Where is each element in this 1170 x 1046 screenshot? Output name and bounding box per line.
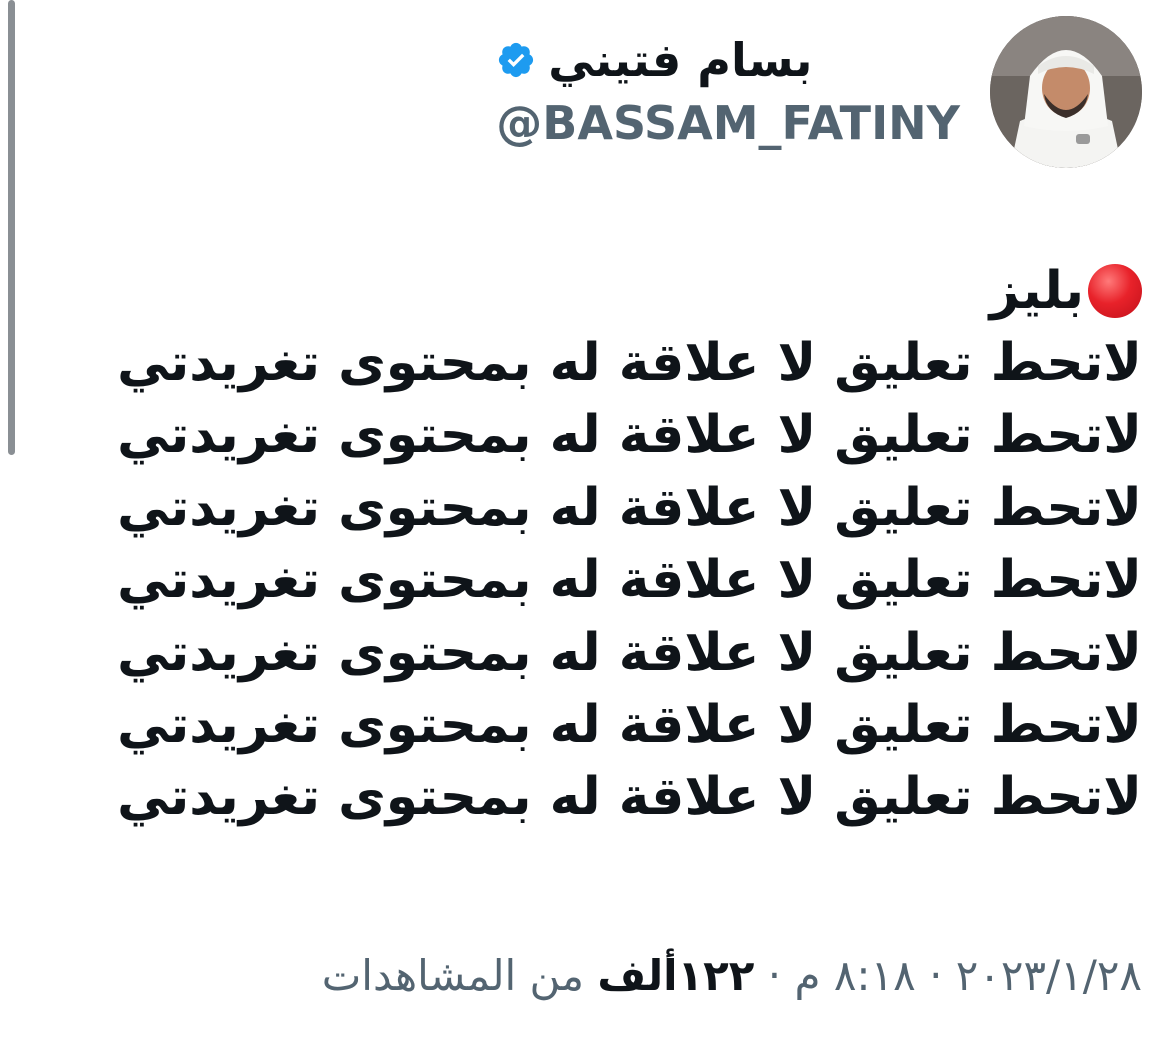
tweet-time[interactable]: ٨:١٨ م bbox=[795, 951, 916, 1000]
avatar[interactable] bbox=[990, 16, 1142, 168]
verified-badge-icon bbox=[496, 40, 536, 80]
scrollbar[interactable] bbox=[8, 0, 15, 455]
tweet-line: لاتحط تعليق لا علاقة له بمحتوى تغريدتي bbox=[117, 477, 1142, 538]
tweet-first-line-text: بليز bbox=[989, 261, 1084, 321]
tweet-line: لاتحط تعليق لا علاقة له بمحتوى تغريدتي bbox=[117, 405, 1142, 466]
user-info: بسام فتيني @BASSAM_FATINY bbox=[496, 30, 960, 154]
tweet-header: بسام فتيني @BASSAM_FATINY bbox=[496, 16, 1142, 168]
red-circle-icon bbox=[1088, 264, 1142, 318]
tweet-line: لاتحط تعليق لا علاقة له بمحتوى تغريدتي bbox=[117, 550, 1142, 611]
views-label: من المشاهدات bbox=[321, 951, 584, 1000]
tweet-first-line: بليز bbox=[142, 255, 1142, 327]
views-count[interactable]: ١٢٢ألف bbox=[597, 951, 754, 1000]
name-row: بسام فتيني bbox=[496, 30, 812, 90]
tweet-line: لاتحط تعليق لا علاقة له بمحتوى تغريدتي bbox=[117, 695, 1142, 756]
tweet-line: لاتحط تعليق لا علاقة له بمحتوى تغريدتي bbox=[117, 333, 1142, 393]
meta-separator: · bbox=[929, 951, 943, 1000]
tweet-line: لاتحط تعليق لا علاقة له بمحتوى تغريدتي bbox=[117, 622, 1142, 683]
tweet-body: بليز لاتحط تعليق لا علاقة له بمحتوى تغري… bbox=[117, 255, 1142, 834]
meta-separator: · bbox=[767, 951, 782, 1000]
tweet-date[interactable]: ٢٠٢٣/١/٢٨ bbox=[956, 951, 1142, 1000]
display-name[interactable]: بسام فتيني bbox=[548, 30, 812, 90]
tweet-meta: ٢٠٢٣/١/٢٨ · ٨:١٨ م · ١٢٢ألف من المشاهدات bbox=[322, 946, 1142, 1006]
tweet-line: لاتحط تعليق لا علاقة له بمحتوى تغريدتي bbox=[117, 767, 1142, 828]
user-handle[interactable]: @BASSAM_FATINY bbox=[496, 92, 960, 154]
